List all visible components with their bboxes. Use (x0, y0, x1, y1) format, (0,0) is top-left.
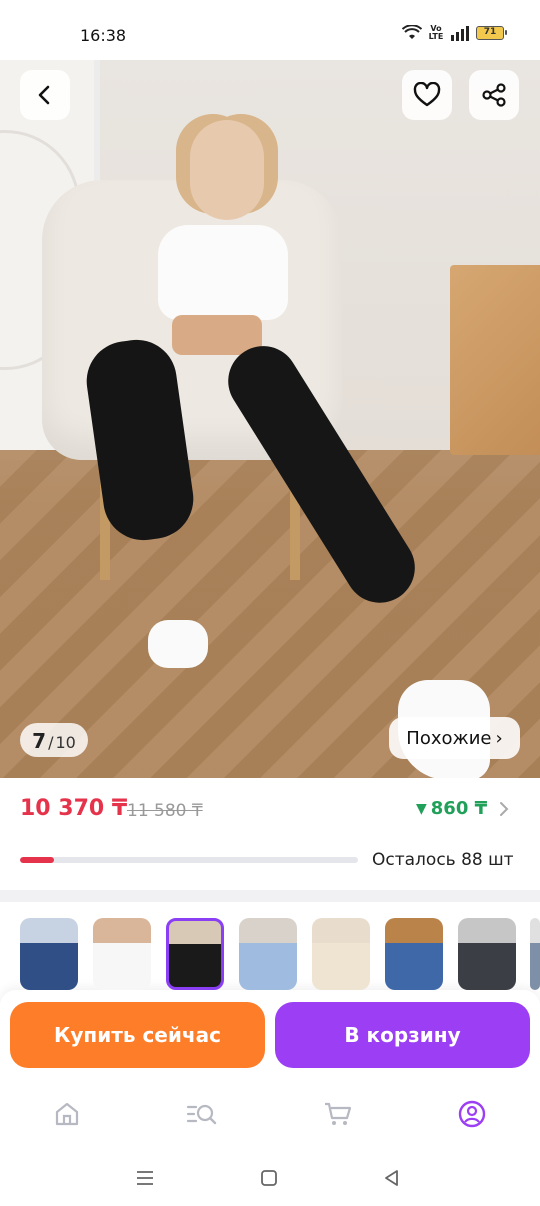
current-price: 10 370 ₸ (20, 796, 128, 821)
back-system-button[interactable] (380, 1166, 404, 1190)
catalog-search-icon (186, 1104, 217, 1125)
tab-profile[interactable] (454, 1096, 490, 1132)
remaining-stock: Осталось 88 шт (372, 850, 514, 870)
share-button[interactable] (469, 70, 519, 120)
variant-thumb-light-blue[interactable] (239, 918, 297, 990)
image-counter-current: 7 (32, 729, 47, 753)
volte-label: Vo LTE (428, 24, 444, 41)
bonus-value: 860 ₸ (430, 798, 488, 819)
status-icons: Vo LTE 71 (402, 24, 507, 41)
variant-thumb-white[interactable] (93, 918, 151, 990)
photo-cabinet (450, 265, 540, 455)
stock-progress-bar (20, 857, 358, 863)
home-icon (55, 1102, 79, 1126)
variant-thumb-partial[interactable] (530, 918, 540, 990)
photo-model-head (190, 120, 264, 220)
heart-icon (413, 82, 441, 107)
tab-cart[interactable] (320, 1096, 356, 1132)
variant-thumb-black[interactable] (166, 918, 224, 990)
photo-model-jeans (81, 332, 429, 640)
profile-icon (458, 1100, 486, 1128)
similar-label: Похожие (406, 727, 492, 749)
section-divider (0, 890, 540, 902)
favorite-button[interactable] (402, 70, 452, 120)
photo-shoe-left (148, 620, 208, 668)
buy-now-button[interactable]: Купить сейчас (10, 1002, 265, 1068)
old-price: 11 580 ₸ (127, 801, 203, 821)
recent-apps-button[interactable] (133, 1166, 157, 1190)
similar-button[interactable]: Похожие › (389, 717, 520, 759)
square-icon (261, 1170, 277, 1186)
tab-catalog[interactable] (184, 1096, 220, 1132)
image-counter: 7 / 10 (20, 723, 88, 757)
status-time: 16:38 (80, 26, 127, 45)
back-button[interactable] (20, 70, 70, 120)
triangle-back-icon (385, 1170, 398, 1186)
variant-thumb-medium-blue[interactable] (385, 918, 443, 990)
cart-icon (325, 1102, 352, 1125)
bonus-chevron-icon[interactable] (497, 800, 511, 818)
tab-home[interactable] (49, 1096, 85, 1132)
variant-thumb-dark-grey[interactable] (458, 918, 516, 990)
status-bar: 16:38 Vo LTE 71 (0, 0, 540, 60)
wifi-icon (402, 25, 422, 39)
signal-icon (451, 26, 469, 41)
chevron-left-icon (38, 85, 50, 105)
image-counter-separator: / (48, 733, 54, 752)
bonus-arrow-icon: ▼ (416, 800, 427, 817)
share-icon (482, 83, 506, 107)
menu-icon (137, 1171, 153, 1185)
chevron-right-icon: › (495, 727, 503, 749)
image-counter-total: 10 (55, 733, 76, 752)
bonus-points[interactable]: ▼ 860 ₸ (416, 798, 487, 819)
variant-thumb-cream[interactable] (312, 918, 370, 990)
photo-model-top (158, 225, 288, 320)
price-card (0, 778, 540, 890)
variant-thumb-blue-denim[interactable] (20, 918, 78, 990)
product-photo[interactable] (0, 60, 540, 778)
home-system-button[interactable] (257, 1166, 281, 1190)
add-to-cart-button[interactable]: В корзину (275, 1002, 530, 1068)
stock-progress-fill (20, 857, 54, 863)
battery-icon: 71 (476, 26, 507, 40)
